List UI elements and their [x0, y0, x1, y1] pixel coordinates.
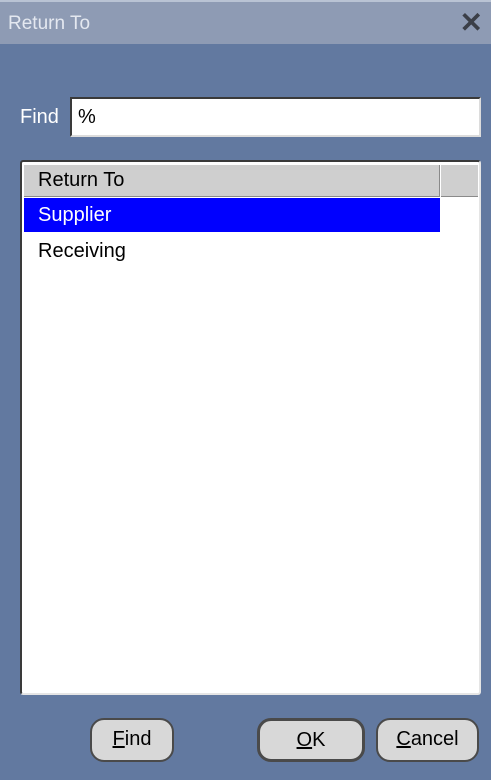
title-bar: Return To ✕	[0, 0, 491, 44]
find-button[interactable]: Find	[90, 718, 174, 762]
list-item-supplier[interactable]: Supplier	[24, 198, 440, 232]
cancel-button[interactable]: Cancel	[376, 718, 479, 762]
ok-button[interactable]: OK	[257, 718, 365, 762]
results-list: Return To Supplier Receiving	[20, 160, 481, 695]
find-button-mnemonic: F	[112, 728, 125, 750]
cancel-button-label: ancel	[410, 728, 459, 750]
list-item-receiving[interactable]: Receiving	[24, 234, 440, 268]
cancel-button-mnemonic: C	[396, 728, 411, 750]
ok-button-label: K	[312, 729, 326, 751]
column-header-return-to[interactable]: Return To	[24, 165, 440, 197]
dialog-title: Return To	[8, 13, 91, 34]
find-label: Find	[20, 106, 59, 128]
ok-button-mnemonic: O	[296, 729, 313, 751]
close-icon[interactable]: ✕	[460, 8, 483, 38]
find-input[interactable]	[70, 97, 481, 137]
find-button-label: ind	[124, 728, 152, 750]
column-header-spacer	[441, 165, 478, 197]
